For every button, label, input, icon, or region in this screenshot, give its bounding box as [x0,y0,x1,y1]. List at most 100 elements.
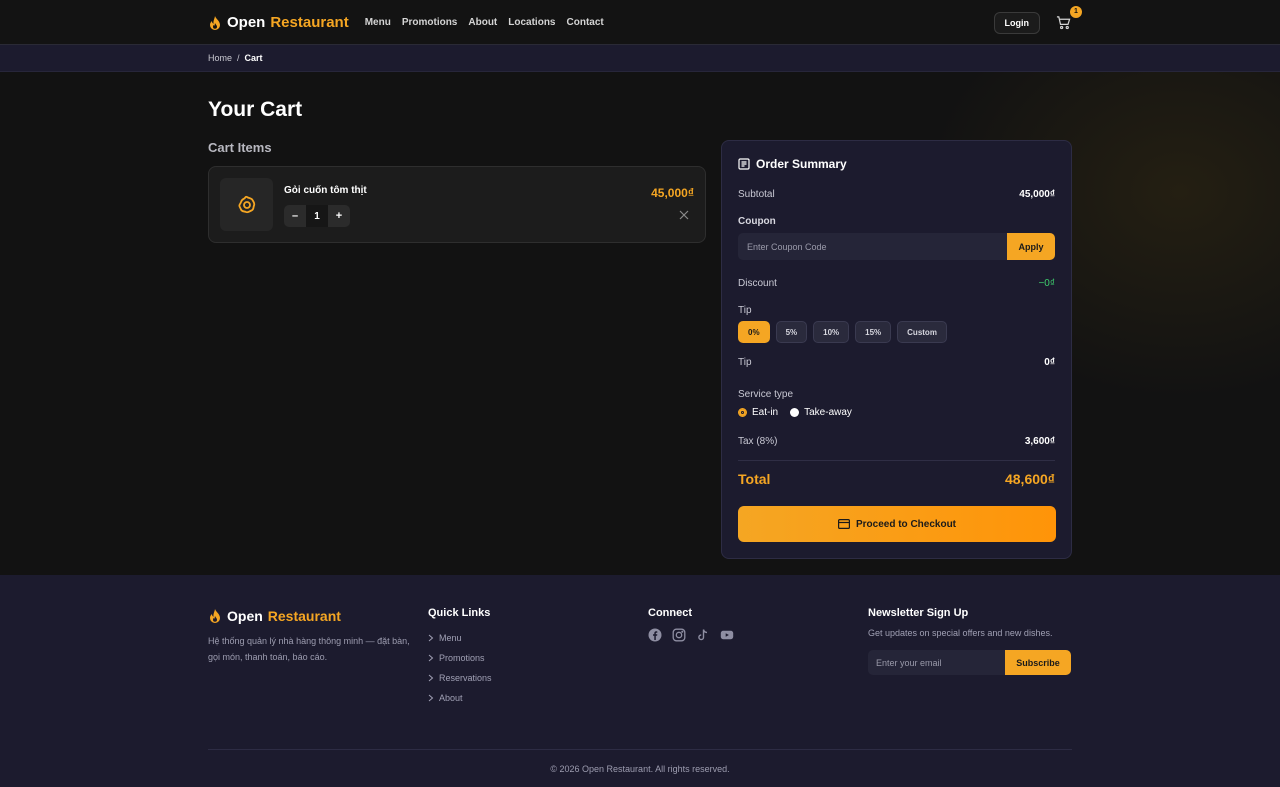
radio-selected-icon [738,408,747,417]
youtube-icon[interactable] [720,628,734,642]
brand-logo[interactable]: Open Restaurant [208,14,349,31]
total-value: 48,600₫ [1004,471,1055,487]
nav-item-locations[interactable]: Locations [508,17,555,28]
decrease-quantity-button[interactable]: – [284,205,306,227]
connect-heading: Connect [648,607,692,619]
coupon-form: Apply [738,233,1055,260]
chevron-right-icon [428,634,434,642]
proceed-to-checkout-button[interactable]: Proceed to Checkout [738,506,1056,542]
footer-quick-links-column: Quick Links Menu Promotions Reservations… [428,607,492,708]
top-navbar: Open Restaurant Menu Promotions About Loc… [0,0,1280,45]
footer-link-label: Menu [439,633,462,643]
service-option-label: Take-away [804,407,852,418]
cart-items-heading: Cart Items [208,140,272,155]
flame-icon [210,609,220,623]
subscribe-button[interactable]: Subscribe [1005,650,1071,675]
receipt-icon [738,158,750,170]
chevron-right-icon [428,674,434,682]
quick-links-heading: Quick Links [428,607,491,619]
page-title: Your Cart [208,98,303,121]
service-option-eat-in[interactable]: Eat-in [738,407,778,418]
footer-link-promotions[interactable]: Promotions [428,648,492,668]
subtotal-value: 45,000₫ [1019,189,1055,200]
tip-amount-label: Tip [738,357,752,368]
footer-brand-primary: Open [227,608,263,624]
increase-quantity-button[interactable]: + [328,205,350,227]
footer-logo[interactable]: Open Restaurant [208,608,413,624]
breadcrumb: Home / Cart [208,45,1072,71]
checkout-label: Proceed to Checkout [855,518,957,530]
credit-card-icon [837,519,850,529]
radio-unselected-icon [790,408,800,417]
item-thumbnail [220,178,273,231]
footer-link-label: About [439,693,463,703]
tip-option-15[interactable]: 15% [855,321,892,343]
nav-item-menu[interactable]: Menu [365,17,391,28]
brand-name-primary: Open [227,14,266,31]
flame-icon [210,15,220,30]
footer-brand-column: Open Restaurant Hệ thống quản lý nhà hàng… [208,607,413,665]
tip-amount-value: 0₫ [1044,357,1055,368]
footer-link-about[interactable]: About [428,688,492,708]
tip-option-5[interactable]: 5% [775,321,808,343]
footer-newsletter-column: Newsletter Sign Up Get updates on specia… [868,607,1071,675]
main-nav: Menu Promotions About Locations Contact [365,17,604,28]
tax-value: 3,600₫ [1024,436,1055,447]
nav-item-about[interactable]: About [468,17,497,28]
footer-connect-column: Connect [648,607,734,642]
breadcrumb-bar: Home / Cart [0,45,1280,72]
total-label: Total [738,471,771,487]
footer-link-menu[interactable]: Menu [428,628,492,648]
tip-options: 0% 5% 10% 15% Custom [738,321,947,343]
cart-button[interactable]: 1 [1056,5,1082,31]
breadcrumb-current: Cart [244,53,263,63]
tip-label: Tip [738,305,752,316]
service-option-take-away[interactable]: Take-away [790,407,852,418]
remove-item-icon[interactable] [678,209,690,221]
brand-name-accent: Restaurant [270,14,349,31]
discount-value: −0₫ [1038,278,1055,289]
copyright-text: © 2026 Open Restaurant. All rights reser… [208,749,1072,787]
chevron-right-icon [428,694,434,702]
service-option-label: Eat-in [752,407,779,418]
facebook-icon[interactable] [648,628,662,642]
quantity-stepper: – 1 + [284,205,350,227]
nav-item-contact[interactable]: Contact [567,17,604,28]
footer-link-reservations[interactable]: Reservations [428,668,492,688]
tip-option-10[interactable]: 10% [813,321,850,343]
tip-option-custom[interactable]: Custom [897,321,947,343]
footer-brand-accent: Restaurant [267,608,341,624]
tax-row: Tax (8%) 3,600₫ [738,436,1055,447]
newsletter-description: Get updates on special offers and new di… [868,628,1053,638]
quantity-value: 1 [306,205,328,227]
quick-links-list: Menu Promotions Reservations About [428,628,492,708]
subtotal-row: Subtotal 45,000₫ [738,189,1055,200]
newsletter-heading: Newsletter Sign Up [868,607,969,619]
coupon-input[interactable] [738,233,1007,260]
service-type-label: Service type [738,389,794,400]
apply-coupon-button[interactable]: Apply [1007,233,1055,260]
footer-link-label: Reservations [439,673,492,683]
chevron-right-icon [428,654,434,662]
newsletter-form: Subscribe [868,650,1071,675]
footer-link-label: Promotions [439,653,485,663]
cart-item: Gỏi cuốn tôm thịt – 1 + 45,000₫ [208,166,706,243]
summary-divider [738,460,1055,461]
cart-count-badge: 1 [1070,5,1082,18]
order-summary-title: Order Summary [738,157,847,171]
footer-description: Hệ thống quản lý nhà hàng thông minh — đ… [208,636,410,662]
tip-option-0[interactable]: 0% [738,321,770,343]
newsletter-email-input[interactable] [868,650,1005,675]
discount-row: Discount −0₫ [738,278,1055,289]
service-type-options: Eat-in Take-away [738,407,852,418]
tax-label: Tax (8%) [738,436,778,447]
login-button[interactable]: Login [993,11,1040,34]
tiktok-icon[interactable] [696,628,710,642]
nav-item-promotions[interactable]: Promotions [402,17,458,28]
order-summary-label: Order Summary [756,157,847,171]
item-name: Gỏi cuốn tôm thịt [284,185,367,196]
breadcrumb-home[interactable]: Home [208,53,232,63]
cart-icon [1056,15,1071,29]
instagram-icon[interactable] [672,628,686,642]
total-row: Total 48,600₫ [738,471,1055,487]
